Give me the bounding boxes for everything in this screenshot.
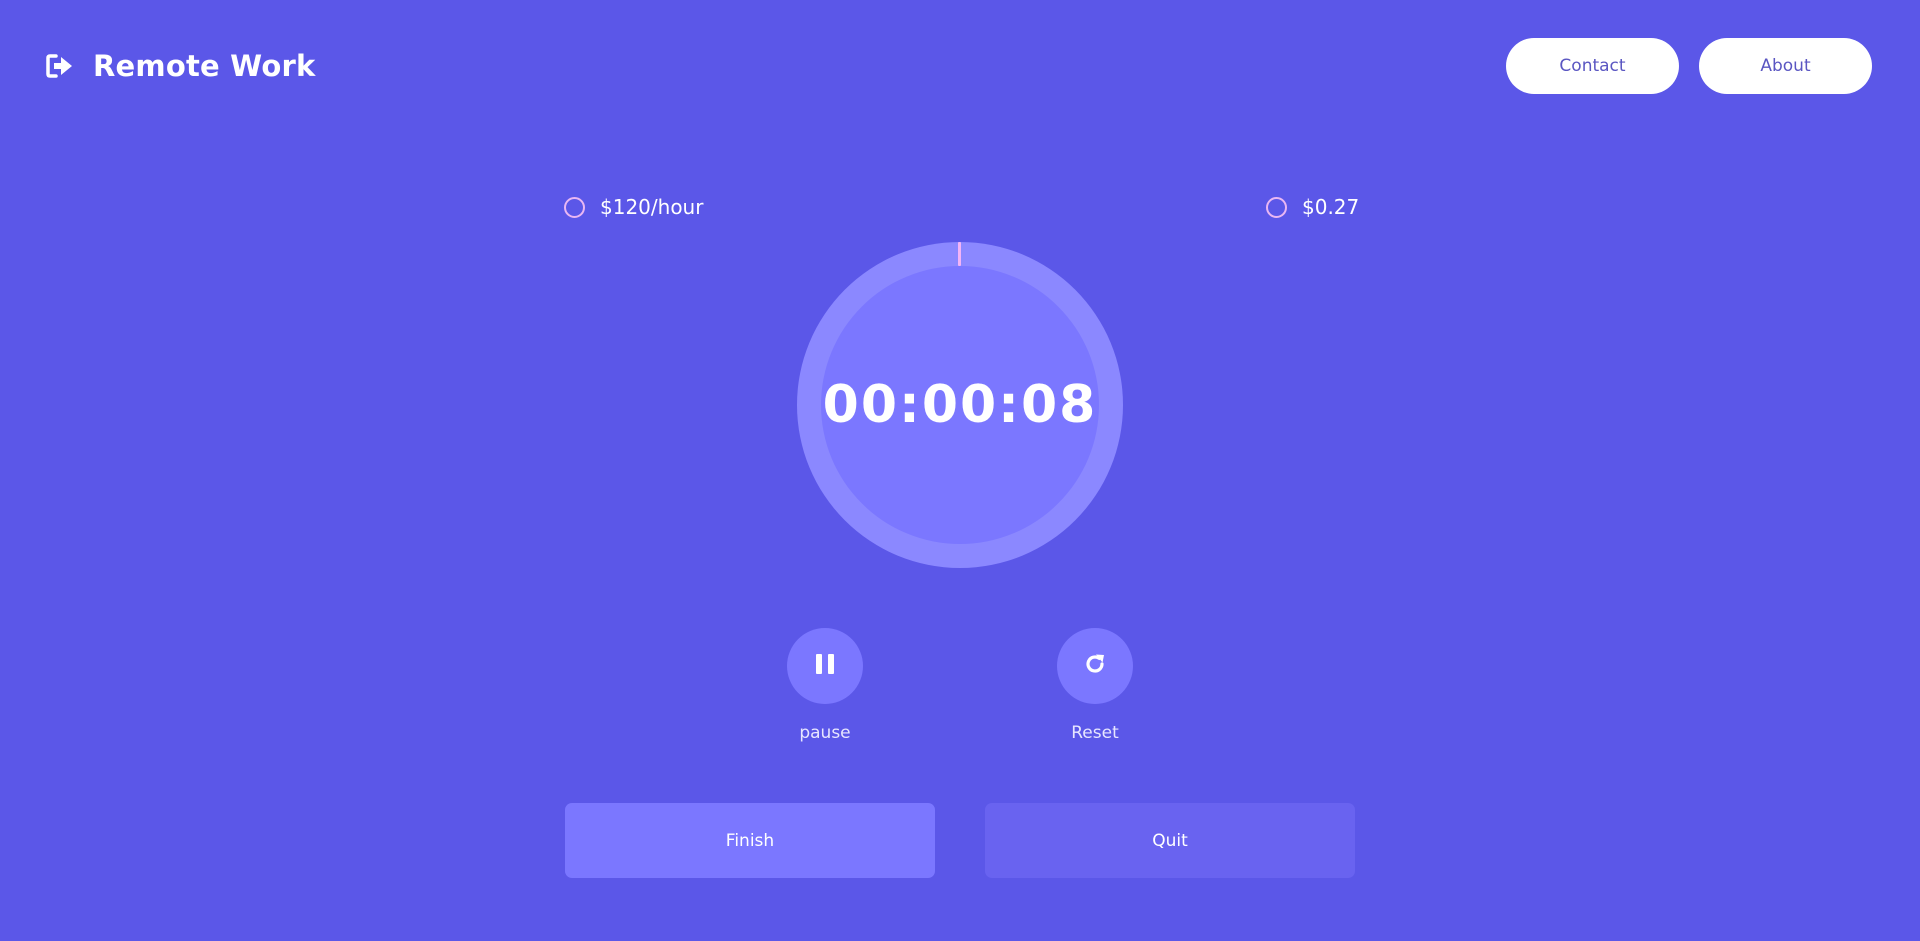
redo-icon (1083, 652, 1107, 680)
pause-icon (815, 653, 835, 679)
hourly-rate[interactable]: $120/hour (564, 192, 703, 222)
timer-face: 00:00:08 (821, 266, 1099, 544)
pause-button[interactable] (787, 628, 863, 704)
about-button[interactable]: About (1699, 38, 1872, 94)
earned-amount-label: $0.27 (1302, 195, 1360, 219)
timer: 00:00:08 (797, 242, 1123, 568)
header: Remote Work Contact About (0, 0, 1920, 132)
earned-amount[interactable]: $0.27 (1266, 192, 1359, 222)
earned-amount-radio[interactable] (1266, 196, 1287, 218)
finish-button[interactable]: Finish (565, 803, 935, 878)
reset-control[interactable]: Reset (1057, 628, 1133, 743)
brand[interactable]: Remote Work (46, 46, 315, 86)
timer-progress-indicator (958, 242, 961, 266)
hourly-rate-radio[interactable] (564, 196, 585, 218)
timer-display: 00:00:08 (822, 375, 1098, 435)
app-title: Remote Work (93, 49, 316, 83)
pause-label: pause (799, 723, 851, 743)
hourly-rate-label: $120/hour (600, 195, 704, 219)
contact-button[interactable]: Contact (1506, 38, 1679, 94)
reset-label: Reset (1071, 723, 1119, 743)
sign-out-icon (46, 53, 74, 79)
reset-button[interactable] (1057, 628, 1133, 704)
quit-button[interactable]: Quit (985, 803, 1355, 878)
pause-control[interactable]: pause (787, 628, 863, 743)
